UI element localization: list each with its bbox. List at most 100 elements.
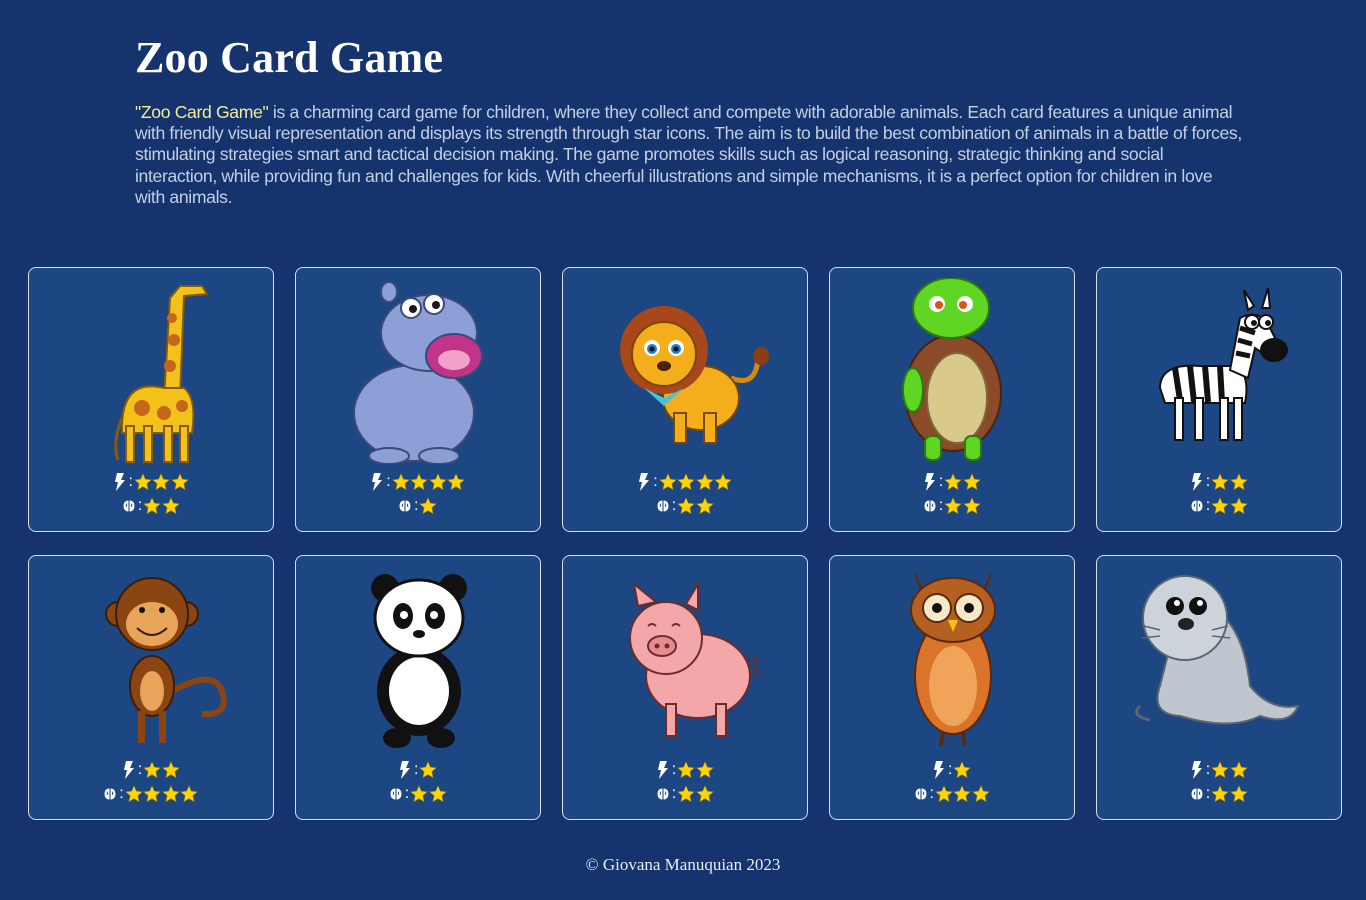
footer: © Giovana Manuquian 2023: [0, 855, 1366, 875]
power-rating: :: [830, 471, 1074, 493]
animal-card-hippo[interactable]: ::: [295, 267, 541, 532]
copyright-text: © Giovana Manuquian 2023: [585, 855, 781, 874]
power-rating: :: [296, 759, 540, 781]
animal-card-owl[interactable]: ::: [829, 555, 1075, 820]
star-rating: [410, 785, 447, 803]
power-rating: :: [563, 759, 807, 781]
star-rating: [1211, 785, 1248, 803]
power-rating: :: [830, 759, 1074, 781]
star-rating: [944, 473, 981, 491]
lightning-icon: [932, 761, 946, 779]
lightning-icon: [637, 473, 651, 491]
game-description: "Zoo Card Game" is a charming card game …: [135, 102, 1245, 208]
star-rating: [658, 473, 733, 491]
intelligence-rating: :: [1097, 783, 1341, 805]
lightning-icon: [923, 473, 937, 491]
power-rating: :: [1097, 759, 1341, 781]
stat-separator: :: [653, 473, 658, 490]
star-rating: [935, 785, 991, 803]
brain-icon: [389, 785, 403, 803]
brain-icon: [656, 785, 670, 803]
star-rating: [419, 497, 438, 515]
stat-separator: :: [671, 785, 677, 802]
star-rating: [1211, 473, 1248, 491]
zebra-illustration: [1120, 278, 1320, 464]
star-rating: [677, 497, 714, 515]
seal-illustration: [1120, 566, 1320, 752]
star-rating: [953, 761, 972, 779]
animal-card-zebra[interactable]: ::: [1096, 267, 1342, 532]
animal-card-monkey[interactable]: ::: [28, 555, 274, 820]
stat-separator: :: [1205, 473, 1211, 490]
lightning-icon: [398, 761, 412, 779]
star-rating: [677, 785, 714, 803]
lightning-icon: [113, 473, 127, 491]
intelligence-rating: :: [830, 495, 1074, 517]
lightning-icon: [1190, 761, 1204, 779]
animal-card-lion[interactable]: ::: [562, 267, 808, 532]
star-rating: [944, 497, 981, 515]
stat-separator: :: [1205, 497, 1211, 514]
description-highlight: "Zoo Card Game": [135, 102, 269, 122]
stat-separator: :: [671, 497, 677, 514]
intelligence-rating: :: [563, 783, 807, 805]
animal-card-giraffe[interactable]: ::: [28, 267, 274, 532]
star-rating: [1211, 761, 1248, 779]
star-rating: [419, 761, 438, 779]
description-text: is a charming card game for children, wh…: [135, 102, 1242, 207]
stat-separator: :: [414, 497, 419, 514]
lightning-icon: [122, 761, 136, 779]
stat-separator: :: [119, 785, 124, 802]
brain-icon: [103, 785, 117, 803]
star-rating: [1211, 497, 1248, 515]
star-rating: [143, 497, 180, 515]
hippo-illustration: [319, 278, 519, 464]
lion-illustration: [586, 278, 786, 464]
card-grid: :: :: :: ::::::::::::::: [28, 267, 1342, 820]
power-rating: :: [29, 471, 273, 493]
stat-separator: :: [671, 761, 677, 778]
intelligence-rating: :: [1097, 495, 1341, 517]
stat-separator: :: [938, 497, 944, 514]
stat-separator: :: [386, 473, 391, 490]
intelligence-rating: :: [29, 495, 273, 517]
intelligence-rating: :: [563, 495, 807, 517]
pig-illustration: [586, 566, 786, 752]
page-header: Zoo Card Game "Zoo Card Game" is a charm…: [135, 30, 1245, 208]
power-rating: :: [296, 471, 540, 493]
stat-separator: :: [929, 785, 934, 802]
brain-icon: [398, 497, 412, 515]
brain-icon: [122, 497, 136, 515]
animal-card-panda[interactable]: ::: [295, 555, 541, 820]
stat-separator: :: [1205, 761, 1211, 778]
stat-separator: :: [128, 473, 133, 490]
lightning-icon: [656, 761, 670, 779]
animal-card-seal[interactable]: ::: [1096, 555, 1342, 820]
stat-separator: :: [137, 497, 143, 514]
stat-separator: :: [414, 761, 419, 778]
star-rating: [677, 761, 714, 779]
intelligence-rating: :: [29, 783, 273, 805]
brain-icon: [1190, 785, 1204, 803]
stat-separator: :: [948, 761, 953, 778]
stat-separator: :: [137, 761, 143, 778]
stat-separator: :: [938, 473, 944, 490]
power-rating: :: [29, 759, 273, 781]
lightning-icon: [1190, 473, 1204, 491]
owl-illustration: [853, 566, 1053, 752]
giraffe-illustration: [52, 278, 252, 464]
intelligence-rating: :: [830, 783, 1074, 805]
star-rating: [391, 473, 466, 491]
brain-icon: [914, 785, 928, 803]
panda-illustration: [319, 566, 519, 752]
animal-card-pig[interactable]: ::: [562, 555, 808, 820]
animal-card-turtle[interactable]: ::: [829, 267, 1075, 532]
power-rating: :: [563, 471, 807, 493]
brain-icon: [1190, 497, 1204, 515]
star-rating: [134, 473, 190, 491]
intelligence-rating: :: [296, 495, 540, 517]
turtle-illustration: [853, 278, 1053, 464]
stat-separator: :: [1205, 785, 1211, 802]
star-rating: [143, 761, 180, 779]
star-rating: [124, 785, 199, 803]
